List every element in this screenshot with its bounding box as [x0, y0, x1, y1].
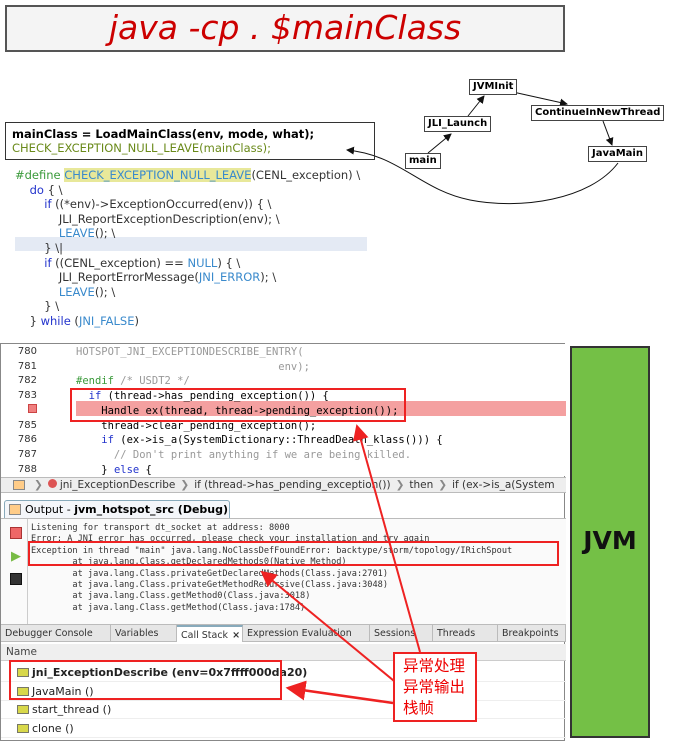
arrow-to-frames [285, 680, 394, 705]
arrow-to-exception [260, 570, 406, 691]
annotation-arrows [260, 424, 421, 705]
annotation-line: 异常输出 [403, 678, 466, 696]
annotation-line: 栈帧 [403, 699, 435, 717]
annotation-box: 异常处理 异常输出 栈帧 [393, 652, 477, 722]
annotation-line: 异常处理 [403, 657, 466, 675]
arrow-to-handle [353, 424, 421, 653]
